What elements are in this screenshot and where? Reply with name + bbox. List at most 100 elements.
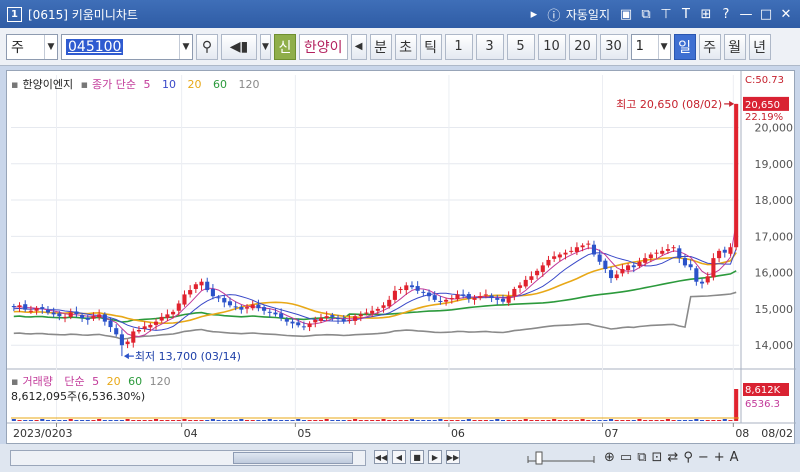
unit-tick-button[interactable]: 틱 — [419, 33, 442, 60]
auto-scale-button[interactable]: A — [730, 450, 739, 465]
volume-bar — [91, 420, 96, 421]
candle-body — [409, 285, 415, 288]
volume-bar — [415, 420, 420, 421]
autosave-label[interactable]: 자동일지 — [566, 6, 610, 23]
swap-icon[interactable]: ⇄ — [667, 450, 678, 465]
help-icon[interactable]: ? — [718, 7, 734, 22]
volume-bar — [153, 419, 159, 421]
zoom-slider-handle[interactable] — [535, 451, 543, 465]
candle-body — [529, 276, 534, 280]
volume-bar — [313, 420, 318, 421]
candle-body — [256, 304, 261, 309]
volume-bar — [495, 419, 500, 421]
play-icon[interactable]: ▶ — [428, 450, 442, 464]
volume-bar — [648, 420, 653, 421]
volume-bar — [438, 419, 443, 421]
scrollbar-thumb[interactable] — [233, 452, 353, 464]
volume-bar — [262, 420, 267, 421]
fit-icon[interactable]: ⊡ — [652, 450, 663, 465]
volume-ma-label: 6536.3 — [745, 399, 780, 410]
rewind-icon[interactable]: ◀◀ — [374, 450, 388, 464]
speaker-dropdown[interactable]: ▼ — [260, 33, 271, 60]
volume-bar — [74, 420, 79, 421]
volume-bar — [472, 420, 477, 421]
candle-body — [324, 316, 329, 319]
period-year-button[interactable]: 년 — [748, 33, 771, 60]
chart-area[interactable]: 20,000 19,000 18,000 17,000 16,000 15,000 14,0… — [6, 70, 796, 444]
volume-bar — [455, 420, 460, 421]
speaker-button[interactable]: ◀▮ — [221, 33, 257, 60]
chart-scrollbar[interactable] — [10, 450, 366, 466]
window-split-icon[interactable]: ▣ — [618, 7, 634, 22]
autosave-icon[interactable]: ⓘ — [546, 5, 562, 24]
volume-bar — [267, 419, 272, 421]
crosshair-icon[interactable]: ⊕ — [604, 450, 615, 465]
high-annotation: 최고 20,650 (08/02) — [616, 98, 722, 111]
window-icon[interactable]: ▭ — [620, 450, 632, 465]
chevron-down-icon[interactable]: ▼ — [657, 34, 670, 59]
candle-body — [125, 341, 130, 345]
volume-bar — [728, 420, 733, 421]
maximize-icon[interactable]: □ — [758, 7, 774, 22]
zoom-area-icon[interactable]: ⧉ — [637, 450, 646, 465]
zoom-out-button[interactable]: − — [698, 450, 709, 465]
new-listing-button[interactable]: 신 — [273, 33, 296, 60]
candle-body — [353, 316, 358, 321]
unit-minute-button[interactable]: 분 — [369, 33, 392, 60]
market-type-select[interactable]: 주 ▼ — [6, 33, 58, 60]
volume-bar — [347, 420, 352, 421]
prev-stock-button[interactable]: ◀ — [350, 33, 367, 60]
period-day-button[interactable]: 일 — [673, 33, 696, 60]
volume-bar — [682, 420, 688, 421]
unit-second-button[interactable]: 초 — [394, 33, 417, 60]
candle-body — [91, 316, 96, 319]
search-button[interactable]: ⚲ — [196, 33, 218, 60]
text-icon[interactable]: T — [678, 7, 694, 22]
fast-forward-icon[interactable]: ▶▶ — [446, 450, 460, 464]
candle-body — [250, 304, 255, 309]
price-tick-label: 19,000 — [755, 158, 794, 171]
caret-right-icon[interactable]: ▸ — [526, 7, 542, 22]
candle-body — [193, 284, 198, 289]
zoom-in-button[interactable]: + — [714, 450, 725, 465]
candle-body — [546, 259, 551, 266]
candle-body — [580, 245, 585, 248]
play-back-icon[interactable]: ◀ — [392, 450, 406, 464]
pin-icon[interactable]: ⊤ — [658, 7, 674, 22]
candle-body — [273, 312, 278, 315]
volume-bar — [620, 420, 625, 421]
minimize-icon[interactable]: — — [738, 7, 754, 22]
search-icon[interactable]: ⚲ — [683, 450, 693, 465]
interval-5-button[interactable]: 5 — [506, 33, 535, 60]
interval-1-button[interactable]: 1 — [444, 33, 473, 60]
candle-body — [80, 315, 85, 319]
period-month-button[interactable]: 월 — [723, 33, 746, 60]
ma60-line — [13, 270, 737, 323]
candle-body — [483, 294, 488, 296]
count-select[interactable]: 1 ▼ — [630, 33, 671, 60]
volume-bar — [580, 419, 585, 421]
stock-code-input[interactable]: 045100 ▼ — [61, 33, 193, 60]
candle-body — [591, 244, 597, 255]
candle-body — [11, 306, 16, 308]
interval-3-button[interactable]: 3 — [475, 33, 504, 60]
chevron-down-icon[interactable]: ▼ — [44, 34, 57, 59]
stop-icon[interactable]: ■ — [410, 450, 424, 464]
volume-bar — [381, 419, 386, 421]
candle-body — [620, 269, 625, 274]
zoom-slider[interactable] — [526, 450, 596, 466]
interval-30-button[interactable]: 30 — [599, 33, 628, 60]
candle-body — [398, 288, 403, 290]
window-tile-icon[interactable]: ⧉ — [638, 7, 654, 22]
stock-code-value[interactable]: 045100 — [66, 38, 124, 55]
interval-20-button[interactable]: 20 — [568, 33, 597, 60]
candle-body — [557, 254, 562, 258]
grid-icon[interactable]: ⊞ — [698, 7, 714, 22]
chevron-down-icon[interactable]: ▼ — [179, 34, 192, 59]
candle-body — [301, 326, 306, 328]
close-icon[interactable]: ✕ — [778, 7, 794, 22]
interval-10-button[interactable]: 10 — [537, 33, 566, 60]
volume-bar — [102, 420, 107, 421]
candle-body — [171, 311, 176, 315]
period-week-button[interactable]: 주 — [698, 33, 721, 60]
